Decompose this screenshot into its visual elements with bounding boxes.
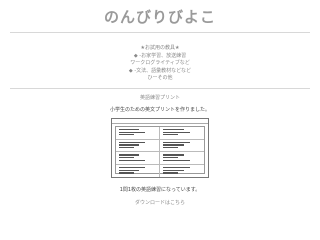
worksheet-cell bbox=[116, 165, 160, 177]
menu-item-other[interactable]: ひーその他 bbox=[0, 75, 320, 83]
worksheet-cell bbox=[160, 152, 204, 166]
worksheet-grid bbox=[115, 126, 205, 177]
download-link[interactable]: ダウンロードはこちら bbox=[0, 199, 320, 206]
section-intro: 小学生のための英文プリントを作りました。 bbox=[109, 107, 210, 113]
worksheet-cell bbox=[116, 127, 160, 140]
divider bbox=[10, 88, 310, 89]
worksheet-header bbox=[112, 119, 208, 124]
worksheet-cell bbox=[160, 140, 204, 153]
worksheet-cell bbox=[160, 127, 204, 140]
worksheet-cell bbox=[116, 139, 160, 153]
site-title[interactable]: のんびりびよこ bbox=[0, 6, 320, 27]
divider bbox=[10, 32, 310, 33]
worksheet-cell bbox=[160, 165, 204, 177]
worksheet-preview-image bbox=[111, 118, 209, 178]
preview-caption: 1問1枚の英語練習になっています。 bbox=[119, 187, 201, 193]
section-title: 英語練習プリント bbox=[139, 95, 180, 101]
menu-item-trial[interactable]: ★お試用の教具★ bbox=[0, 45, 320, 53]
category-menu: ★お試用の教具★ ◆ -お家学習、放送練習 ワークログライティブなど ◆ -文法… bbox=[0, 45, 320, 83]
menu-item-worklog[interactable]: ワークログライティブなど bbox=[0, 60, 320, 68]
worksheet-cell bbox=[116, 152, 160, 166]
